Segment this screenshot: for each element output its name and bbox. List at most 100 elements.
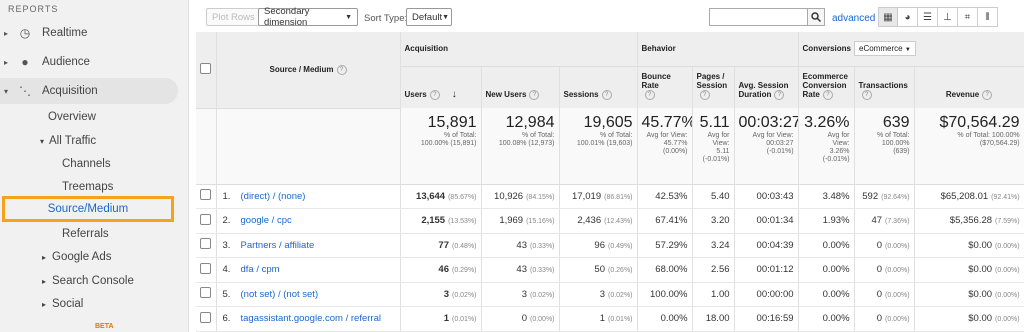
cell-value: $0.00 [968, 239, 993, 251]
transactions-header[interactable]: Transactions? [854, 66, 915, 108]
total-value: $70,564.29 [939, 114, 1020, 131]
help-icon[interactable]: ? [699, 90, 710, 100]
help-icon[interactable]: ? [336, 64, 347, 75]
table-view-icon[interactable]: ▦ [878, 7, 898, 27]
sidebar-item-realtime[interactable]: ▸ ◷ Realtime [0, 20, 178, 46]
comparison-view-icon[interactable]: ⊥ [938, 7, 958, 27]
help-icon[interactable]: ? [601, 90, 612, 100]
help-icon[interactable]: ? [429, 89, 440, 100]
cell-percent: (86.81%) [604, 193, 633, 201]
sort-type-label: Sort Type: [364, 13, 408, 24]
cell-percent: (0.01%) [451, 316, 477, 324]
source-medium-link[interactable]: Partners / affiliate [241, 240, 315, 251]
help-icon[interactable]: ? [861, 90, 872, 100]
conversion-type-select[interactable]: eCommerce ▼ [854, 41, 916, 57]
users-header[interactable]: Users? ↓ [400, 66, 482, 108]
cell-value: 0 [876, 239, 883, 251]
cell-percent: (0.48%) [451, 242, 477, 250]
sidebar-item-label: Acquisition [42, 85, 98, 97]
help-icon[interactable]: ? [529, 90, 540, 100]
cell-percent: (0.29%) [451, 267, 477, 275]
row-checkbox[interactable] [200, 262, 212, 274]
sidebar-item-label: All Traffic [49, 135, 97, 147]
secondary-dimension-select[interactable]: Secondary dimension ▼ [258, 6, 358, 28]
revenue-header[interactable]: Revenue? [914, 66, 1024, 108]
total-value: 5.11 [699, 114, 730, 131]
conversion-rate-header[interactable]: Ecommerce Conversion Rate? [798, 66, 855, 108]
sort-desc-icon[interactable]: ↓ [452, 89, 457, 100]
source-medium-link[interactable]: dfa / cpm [241, 264, 280, 275]
select-all-checkbox[interactable] [200, 63, 212, 75]
pages-session-header[interactable]: Pages / Session? [692, 66, 735, 108]
sessions-header[interactable]: Sessions? [559, 66, 638, 108]
total-note: Avg for [707, 132, 730, 139]
transactions-cell: 47 (7.36%) [854, 208, 915, 234]
sidebar-item-google-ads[interactable]: ▸ Google Ads [0, 244, 178, 270]
total-note: View: [832, 140, 850, 147]
caret-down-icon: ▾ [40, 136, 45, 146]
person-icon: ● [21, 55, 29, 69]
pivot-view-icon[interactable]: ⦀ [978, 7, 998, 27]
new-users-cell: 10,926 (84.15%) [481, 184, 560, 209]
row-index: 4. [222, 264, 231, 276]
advanced-filter-link[interactable]: advanced [832, 13, 875, 24]
sidebar-item-audience[interactable]: ▸ ● Audience [0, 49, 178, 75]
sidebar-item-label: Channels [62, 158, 111, 170]
source-medium-link[interactable]: tagassistant.google.com / referral [241, 313, 381, 324]
search-button[interactable] [807, 8, 825, 26]
help-icon[interactable]: ? [822, 90, 833, 100]
total-transactions: 639% of Total: 100.00% (639) [854, 108, 915, 185]
pie-view-icon[interactable]: ◕ [898, 7, 918, 27]
plot-rows-button[interactable]: Plot Rows [206, 8, 261, 26]
column-label: Pages / Session [696, 72, 728, 90]
total-value: 00:03:27 [738, 114, 799, 131]
source-medium-table: Source / Medium? Acquisition Behavior Co… [196, 32, 1024, 332]
sidebar-item-acquisition[interactable]: ▾ ⋱ Acquisition [0, 78, 178, 104]
table-row: 3. Partners / affiliate 77 (0.48%) 43 (0.33%)… [196, 233, 1024, 258]
sidebar-item-social[interactable]: ▸ Social [0, 291, 178, 317]
total-value: 639 [882, 114, 910, 131]
sidebar-item-source-medium[interactable]: Source/Medium [2, 196, 174, 222]
term-cloud-view-icon[interactable]: ⌗ [958, 7, 978, 27]
performance-view-icon[interactable]: ☰ [918, 7, 938, 27]
total-value: 3.26% [804, 114, 850, 131]
source-medium-link[interactable]: (not set) / (not set) [241, 289, 319, 300]
cell-percent: (0.33%) [529, 267, 555, 275]
total-bounce-rate: 45.77% Avg for View: 45.77% (0.00%) [637, 108, 693, 185]
column-label: New Users [485, 90, 527, 100]
source-medium-link[interactable]: (direct) / (none) [241, 191, 306, 202]
row-checkbox[interactable] [200, 213, 212, 225]
new-users-cell: 43 (0.33%) [481, 233, 560, 258]
source-medium-link[interactable]: google / cpc [241, 215, 292, 226]
sort-type-select[interactable]: Default ▼ [406, 8, 452, 26]
transactions-cell: 0 (0.00%) [854, 306, 915, 332]
row-checkbox[interactable] [200, 238, 212, 250]
avg-duration-cell: 00:03:43 [734, 184, 799, 209]
row-checkbox[interactable] [200, 311, 212, 323]
row-checkbox[interactable] [200, 287, 212, 299]
cell-percent: (0.26%) [608, 267, 633, 275]
bounce-rate-cell: 42.53% [637, 184, 693, 209]
total-value: 15,891 [427, 114, 477, 131]
column-label: Transactions [858, 81, 908, 90]
sidebar-item-overview[interactable]: Overview [0, 104, 178, 130]
help-icon[interactable]: ? [982, 90, 993, 100]
dimension-header[interactable]: Source / Medium? [216, 32, 401, 109]
total-note: Avg for [827, 132, 850, 139]
new-users-header[interactable]: New Users? [481, 66, 560, 108]
table-toolbar: Plot Rows Secondary dimension ▼ Sort Type… [196, 6, 1024, 28]
help-icon[interactable]: ? [774, 90, 785, 100]
table-body: 1. (direct) / (none) 13,644 (85.67%) 10,926(… [196, 184, 1024, 332]
revenue-cell: $0.00 (0.00%) [914, 282, 1024, 307]
caret-right-icon: ▸ [4, 28, 9, 38]
cell-value: 96 [594, 239, 605, 251]
help-icon[interactable]: ? [644, 90, 655, 100]
avg-duration-header[interactable]: Avg. Session Duration? [734, 66, 799, 108]
users-cell: 46 (0.29%) [400, 257, 482, 283]
bounce-rate-header[interactable]: Bounce Rate? [637, 66, 693, 108]
total-note: % of Total: [521, 132, 555, 139]
cell-percent: (84.15%) [526, 193, 555, 201]
totals-spacer [216, 108, 401, 185]
cell-percent: (0.00%) [885, 316, 910, 324]
row-checkbox[interactable] [200, 189, 212, 201]
